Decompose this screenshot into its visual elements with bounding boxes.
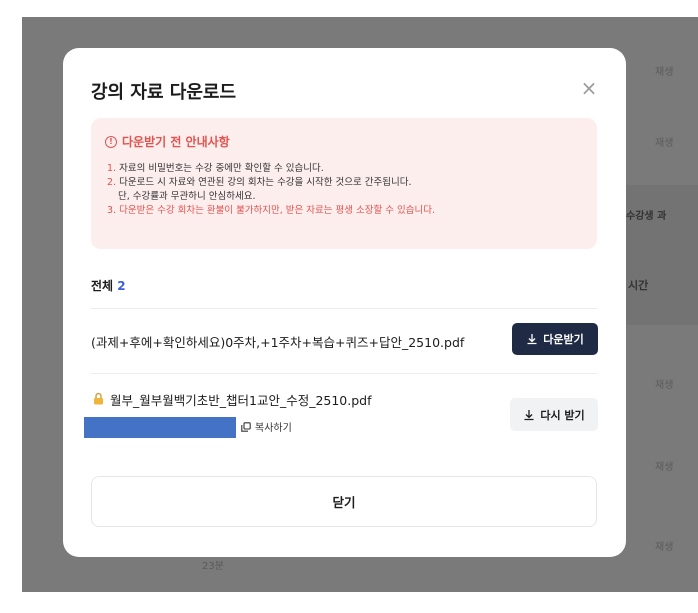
close-icon[interactable]: × (578, 77, 600, 99)
total-count: 2 (117, 279, 126, 293)
notice-item-text: 다운로드 시 자료와 연관된 강의 회차는 수강을 시작한 것으로 간주됩니다. (119, 177, 412, 188)
redownload-button[interactable]: 다시 받기 (510, 398, 598, 431)
notice-item-number: 2. (107, 177, 117, 188)
background-label: 23분 (202, 561, 224, 572)
download-button-label: 다운받기 (543, 333, 584, 346)
total-count-label: 전체 2 (91, 277, 126, 294)
notice-item-text: 자료의 비밀번호는 수강 중에만 확인할 수 있습니다. (119, 163, 324, 174)
notice-item: 2. 다운로드 시 자료와 연관된 강의 회차는 수강을 시작한 것으로 간주됩… (107, 176, 435, 190)
divider (91, 373, 597, 374)
download-modal: 강의 자료 다운로드 × ! 다운받기 전 안내사항 1. 자료의 비밀번호는 … (63, 48, 626, 557)
background-label: 재생 (655, 462, 674, 473)
copy-button-label: 복사하기 (255, 423, 292, 434)
background-label: 수강생 과 (626, 211, 667, 222)
notice-title: ! 다운받기 전 안내사항 (105, 133, 230, 150)
close-button[interactable]: 닫기 (91, 476, 597, 527)
download-button[interactable]: 다운받기 (512, 323, 598, 355)
divider (91, 308, 597, 309)
download-icon (527, 334, 537, 345)
background-label: 재생 (655, 67, 674, 78)
alert-icon: ! (105, 135, 117, 148)
download-icon (524, 409, 534, 420)
notice-list: 1. 자료의 비밀번호는 수강 중에만 확인할 수 있습니다. 2. 다운로드 … (107, 162, 435, 218)
background-label: 재생 (655, 380, 674, 391)
background-label: 시간 (628, 279, 649, 292)
total-label: 전체 (91, 279, 114, 293)
copy-button[interactable]: 복사하기 (241, 419, 292, 434)
background-label: 재생 (655, 542, 674, 553)
file-name: 월부_월부월백기초반_챕터1교안_수정_2510.pdf (110, 393, 372, 408)
redownload-button-label: 다시 받기 (540, 408, 585, 422)
copy-icon (241, 421, 251, 432)
notice-item-number: 3. (107, 205, 117, 216)
notice-item-sub: 단, 수강률과 무관하니 안심하세요. (118, 191, 256, 202)
background-label: 재생 (655, 138, 674, 149)
notice-box: ! 다운받기 전 안내사항 1. 자료의 비밀번호는 수강 중에만 확인할 수 … (91, 118, 597, 249)
notice-item-text: 다운받은 수강 회차는 환불이 불가하지만, 받은 자료는 평생 소장할 수 있… (119, 205, 436, 216)
notice-item: 1. 자료의 비밀번호는 수강 중에만 확인할 수 있습니다. (107, 162, 435, 176)
notice-title-text: 다운받기 전 안내사항 (122, 135, 230, 149)
modal-title: 강의 자료 다운로드 (91, 82, 237, 103)
lock-icon (94, 392, 103, 405)
notice-item: 3. 다운받은 수강 회차는 환불이 불가하지만, 받은 자료는 평생 소장할 … (107, 204, 435, 218)
file-name: (과제+후에+확인하세요)0주차,+1주차+복습+퀴즈+답안_2510.pdf (91, 335, 465, 350)
password-redacted (84, 417, 236, 438)
notice-item-number: 1. (107, 163, 117, 174)
